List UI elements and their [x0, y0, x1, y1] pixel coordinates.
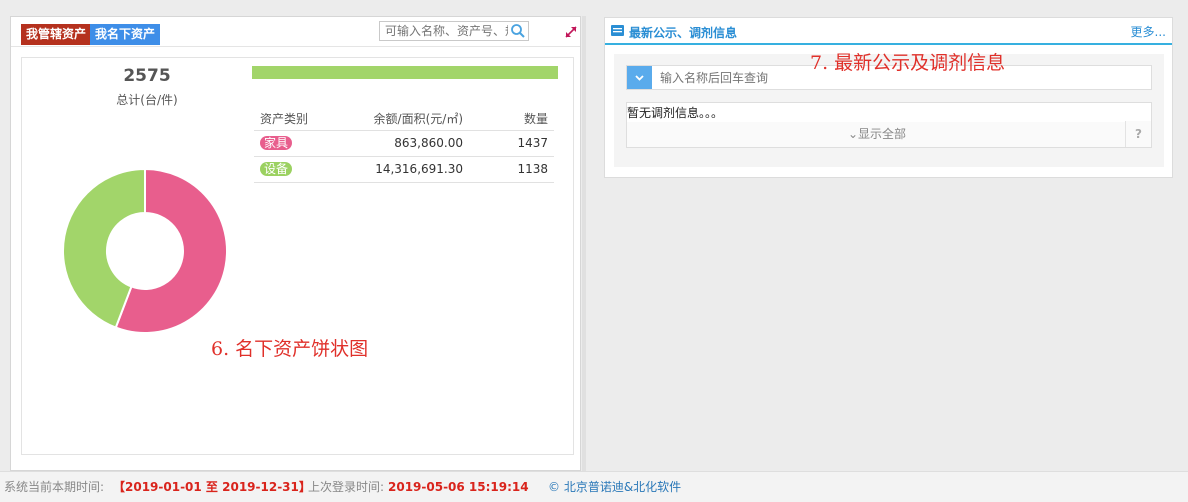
notice-panel-title: 最新公示、调剂信息 — [629, 26, 738, 40]
category-badge-equipment[interactable]: 设备 — [260, 162, 293, 176]
total-count-label: 总计(台/件) — [116, 93, 178, 107]
search-icon[interactable] — [510, 23, 526, 39]
column-header-category: 资产类别 — [254, 108, 344, 131]
table-row: 家具 863,860.00 1437 — [254, 130, 554, 157]
table-header-row: 资产类别 余额/面积(元/㎡) 数量 — [254, 108, 554, 131]
empty-message: 暂无调剂信息。。。 — [627, 106, 724, 120]
count-cell: 1138 — [469, 156, 554, 183]
annotation-pie-chart: 6. 名下资产饼状图 — [211, 338, 369, 360]
list-icon — [611, 25, 624, 36]
table-row: 设备 14,316,691.30 1138 — [254, 156, 554, 183]
asset-search-input[interactable] — [380, 22, 508, 40]
panel-divider[interactable] — [582, 16, 586, 471]
tab-managed-assets[interactable]: 我管辖资产 — [21, 24, 92, 45]
amount-cell: 863,860.00 — [344, 130, 469, 157]
expand-icon[interactable] — [564, 25, 578, 39]
amount-cell: 14,316,691.30 — [344, 156, 469, 183]
period-label: 系统当前本期时间: — [4, 480, 105, 494]
last-login-value: 2019-05-06 15:19:14 — [388, 480, 529, 494]
progress-bar — [252, 66, 558, 79]
copyright-link[interactable]: © 北京普诺迪&北化软件 — [548, 472, 681, 502]
category-badge-furniture[interactable]: 家具 — [260, 136, 293, 150]
notice-panel-header: 最新公示、调剂信息 更多... — [605, 18, 1172, 45]
total-count: 2575 — [123, 66, 171, 86]
asset-category-table: 资产类别 余额/面积(元/㎡) 数量 家具 863,860.00 1437 设备… — [254, 108, 554, 183]
tab-my-assets[interactable]: 我名下资产 — [90, 24, 161, 45]
show-all-button[interactable]: ⌄显示全部 — [627, 122, 1127, 147]
notice-list: 暂无调剂信息。。。 ⌄显示全部 ? — [626, 102, 1152, 148]
search-dropdown-button[interactable] — [627, 66, 652, 89]
notice-panel: 最新公示、调剂信息 更多... 暂无调剂信息。。。 ⌄显示全部 ? — [604, 17, 1173, 178]
my-assets-panel: 我管辖资产 我名下资产 2575 总计(台/件) 资产类别 余额/面积(元/㎡) — [10, 16, 581, 471]
period-value: 【2019-01-01 至 2019-12-31】 — [113, 480, 311, 494]
asset-donut-chart — [62, 167, 228, 334]
column-header-count: 数量 — [469, 108, 554, 131]
more-link[interactable]: 更多... — [1131, 23, 1166, 40]
asset-search-box — [379, 21, 529, 41]
help-button[interactable]: ? — [1125, 121, 1151, 147]
count-cell: 1437 — [469, 130, 554, 157]
asset-summary-card: 2575 总计(台/件) 资产类别 余额/面积(元/㎡) 数量 家具 863,8… — [21, 57, 574, 455]
annotation-notice: 7. 最新公示及调剂信息 — [810, 52, 1006, 74]
chevron-down-icon — [635, 75, 644, 81]
column-header-amount: 余额/面积(元/㎡) — [344, 108, 469, 131]
panel-header: 我管辖资产 我名下资产 — [11, 17, 580, 47]
status-footer: 系统当前本期时间: 【2019-01-01 至 2019-12-31】 上次登录… — [0, 471, 1188, 502]
last-login-label: 上次登录时间: — [308, 480, 385, 494]
